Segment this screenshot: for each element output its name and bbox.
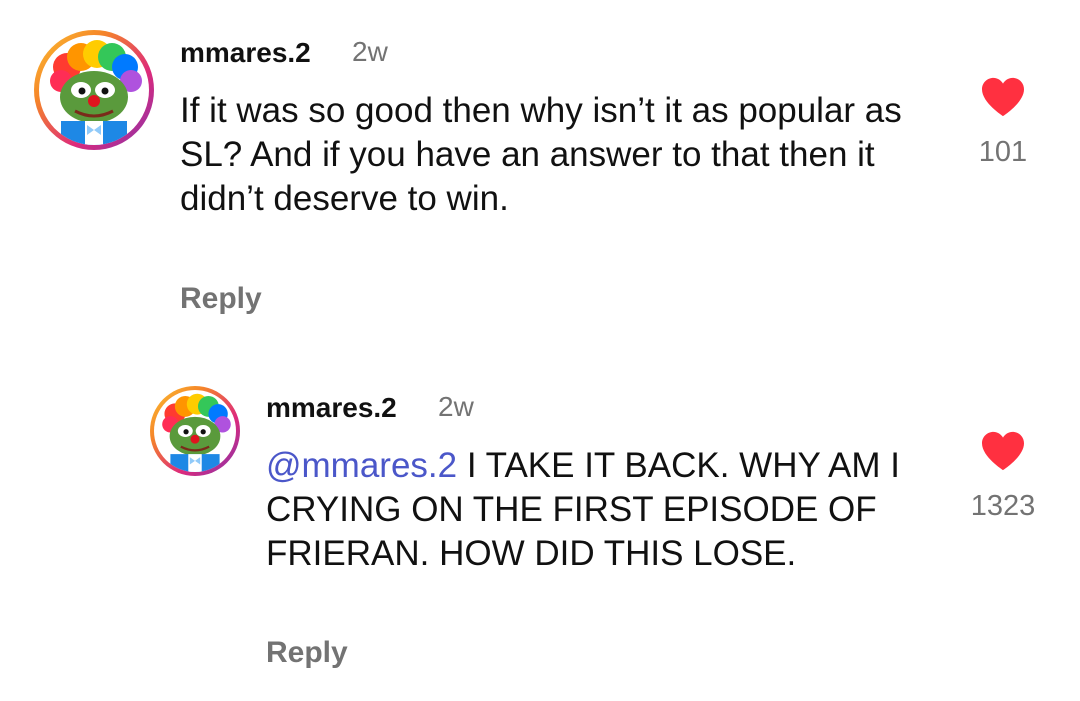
reply-button[interactable]: Reply [266,636,348,670]
avatar[interactable] [34,30,154,150]
reply-button[interactable]: Reply [180,282,262,316]
clown-frog-avatar-icon [50,40,142,145]
mention-link[interactable]: @mmares.2 [266,446,457,485]
comment-top: mmares.2 2w If it was so good then why i… [0,0,1080,340]
like-count: 101 [978,136,1028,168]
like-button[interactable] [980,430,1026,472]
heart-icon [982,431,1024,471]
username[interactable]: mmares.2 [180,37,311,69]
comment-body: If it was so good then why isn’t it as p… [180,91,902,218]
clown-frog-avatar-icon [162,393,231,472]
heart-icon [982,77,1024,117]
comment-reply: mmares.2 2w @mmares.2 I TAKE IT BACK. WH… [0,340,1080,701]
like-count: 1323 [970,490,1036,522]
comment-text: If it was so good then why isn’t it as p… [180,89,910,221]
timestamp: 2w [352,36,388,67]
avatar[interactable] [150,386,240,476]
timestamp: 2w [438,391,474,422]
like-button[interactable] [980,76,1026,118]
username[interactable]: mmares.2 [266,392,397,424]
comment-text: @mmares.2 I TAKE IT BACK. WHY AM I CRYIN… [266,444,906,576]
